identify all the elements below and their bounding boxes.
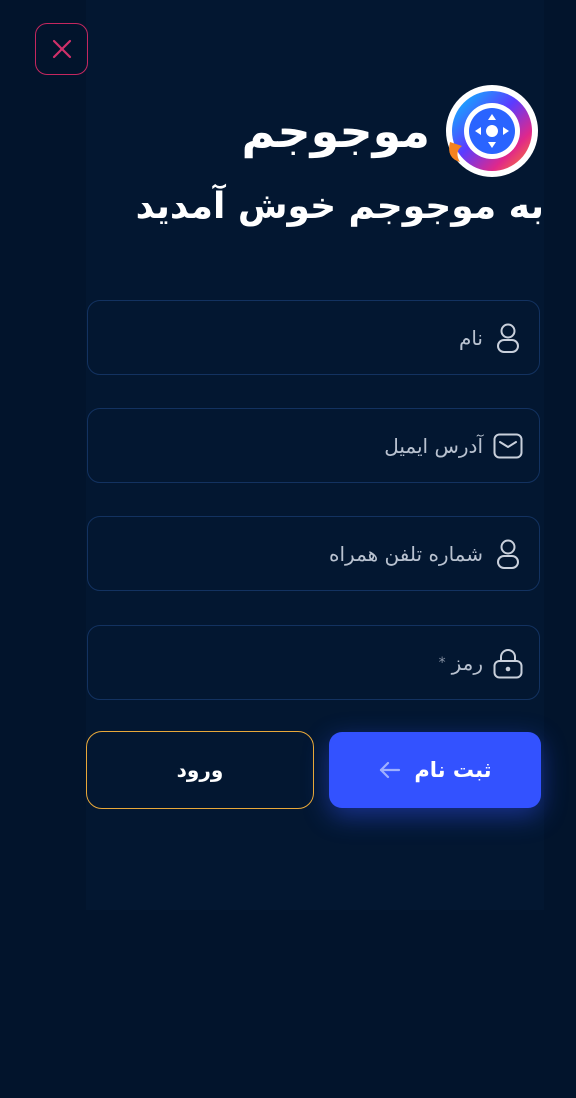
required-mark: * bbox=[438, 654, 446, 671]
user-icon bbox=[493, 321, 523, 355]
brand-name: موجوجم bbox=[241, 104, 430, 158]
register-button[interactable]: ثبت نام bbox=[329, 732, 541, 808]
lock-icon bbox=[493, 646, 523, 680]
user-icon bbox=[493, 537, 523, 571]
email-field-label: آدرس ایمیل bbox=[384, 433, 483, 458]
mail-icon bbox=[493, 429, 523, 463]
name-field[interactable]: نام bbox=[87, 300, 540, 375]
brand-logo-icon bbox=[446, 85, 538, 177]
register-button-label: ثبت نام bbox=[414, 758, 492, 782]
close-button[interactable] bbox=[35, 23, 88, 75]
phone-field-label: شماره تلفن همراه bbox=[329, 541, 483, 566]
close-icon bbox=[52, 39, 71, 59]
email-field[interactable]: آدرس ایمیل bbox=[87, 408, 540, 483]
login-button-label: ورود bbox=[176, 758, 224, 782]
arrow-left-icon bbox=[380, 761, 401, 779]
login-button[interactable]: ورود bbox=[86, 731, 314, 809]
name-field-label: نام bbox=[458, 325, 483, 350]
welcome-heading: به موجوجم خوش آمدید bbox=[135, 186, 544, 227]
brand-logo: موجوجم bbox=[241, 80, 542, 182]
password-field-label: رمز bbox=[451, 650, 483, 675]
password-field[interactable]: رمز * bbox=[87, 625, 540, 700]
phone-field[interactable]: شماره تلفن همراه bbox=[87, 516, 540, 591]
